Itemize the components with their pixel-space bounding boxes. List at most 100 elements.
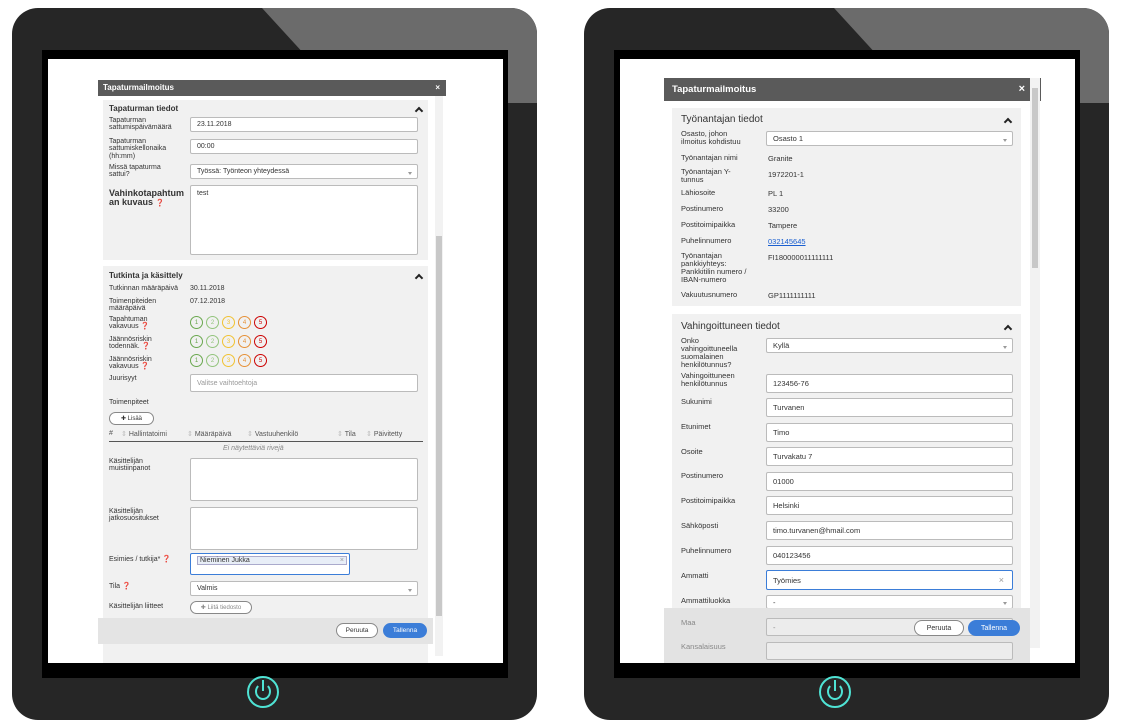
root-cause-multiselect[interactable]: Valitse vaihtoehtoja (190, 374, 418, 392)
col-due-date[interactable]: ⇕ Määräpäivä (187, 430, 231, 438)
help-icon[interactable]: ❓ (162, 556, 171, 563)
plus-icon: ✚ (200, 605, 208, 611)
save-button[interactable]: Tallenna (968, 620, 1020, 636)
rating-circle-3[interactable]: 3 (222, 335, 235, 348)
tablet-left: Tapaturmailmoitus × Tapaturman tiedot Ta… (12, 8, 537, 720)
close-icon[interactable]: × (1019, 78, 1025, 101)
tablet-screen: Tapaturmailmoitus × Työnantajan tiedot O… (620, 59, 1075, 663)
employer-name-label: Työnantajan nimi (681, 153, 738, 162)
root-cause-label: Juurisyyt (109, 375, 137, 382)
cancel-button[interactable]: Peruuta (914, 620, 964, 636)
power-button[interactable] (247, 676, 279, 708)
finnish-id-select[interactable]: Kyllä (766, 338, 1013, 353)
bank-account-value: FI180000011111111 (768, 253, 834, 262)
remove-icon[interactable]: × (340, 557, 344, 564)
col-updated[interactable]: ⇕ Päivitetty (366, 430, 402, 438)
rating-circle-3[interactable]: 3 (222, 354, 235, 367)
rating-circle-1[interactable]: 1 (190, 316, 203, 329)
clear-icon[interactable]: × (999, 575, 1004, 585)
col-number[interactable]: # (109, 430, 113, 437)
chevron-up-icon[interactable] (1003, 117, 1013, 127)
bank-account-label: Työnantajan pankkiyhteys: Pankkitilin nu… (681, 251, 747, 284)
email-input[interactable]: timo.turvanen@hmail.com (766, 521, 1013, 540)
rating-circle-5[interactable]: 5 (254, 354, 267, 367)
chevron-down-icon (1003, 138, 1007, 142)
phone-link[interactable]: 032145645 (768, 237, 806, 246)
help-icon[interactable]: ❓ (141, 363, 150, 370)
help-icon[interactable]: ❓ (122, 583, 131, 590)
help-icon[interactable]: ❓ (142, 343, 151, 350)
ssn-input[interactable]: 123456-76 (766, 374, 1013, 393)
notes-label: Käsittelijän muistiinpanot (109, 458, 151, 473)
scrollbar[interactable] (1030, 78, 1040, 648)
plus-icon: ✚ (120, 416, 128, 422)
help-icon[interactable]: ❓ (156, 200, 165, 207)
rating-circle-2[interactable]: 2 (206, 335, 219, 348)
finnish-id-label: Onko vahingoittuneella suomalainen henki… (681, 336, 738, 369)
ssn-label: Vahingoittuneen henkilötunnus (681, 371, 735, 388)
notes-textarea[interactable] (190, 458, 418, 501)
postal-code-input[interactable]: 01000 (766, 472, 1013, 491)
rating-circle-5[interactable]: 5 (254, 316, 267, 329)
rating-circle-1[interactable]: 1 (190, 335, 203, 348)
description-textarea[interactable]: test (190, 185, 418, 255)
power-button[interactable] (819, 676, 851, 708)
dialog-title: Tapaturmailmoitus (672, 84, 757, 95)
followup-textarea[interactable] (190, 507, 418, 550)
col-control[interactable]: ⇕ Hallintatoimi (121, 430, 167, 438)
attach-file-button[interactable]: ✚ Liitä tiedosto (190, 601, 252, 614)
email-label: Sähköposti (681, 521, 719, 530)
accident-info-panel: Tapaturman tiedot Tapaturman sattumispäi… (103, 100, 428, 260)
employer-panel: Työnantajan tiedot Osasto, johon ilmoitu… (672, 108, 1021, 306)
nationality-select[interactable] (766, 642, 1013, 660)
rating-circle-1[interactable]: 1 (190, 354, 203, 367)
place-select[interactable]: Työssä: Työnteon yhteydessä (190, 164, 418, 179)
save-button[interactable]: Tallenna (383, 623, 427, 638)
close-icon[interactable]: × (435, 80, 440, 96)
scrollbar[interactable] (435, 96, 443, 656)
city-input[interactable]: Helsinki (766, 496, 1013, 515)
status-select[interactable]: Valmis (190, 581, 418, 596)
chevron-up-icon[interactable] (414, 273, 424, 283)
nationality-label: Kansalaisuus (681, 642, 726, 651)
rating-circle-4[interactable]: 4 (238, 354, 251, 367)
col-responsible[interactable]: ⇕ Vastuuhenkilö (247, 430, 298, 438)
col-status[interactable]: ⇕ Tila (337, 430, 356, 438)
occupation-input[interactable]: Työmies × (766, 570, 1013, 590)
chevron-down-icon (1003, 345, 1007, 349)
first-names-label: Etunimet (681, 422, 711, 431)
date-label: Tapaturman sattumispäivämäärä (109, 117, 172, 132)
scrollbar-thumb[interactable] (1032, 88, 1038, 268)
section-title: Työnantajan tiedot (681, 114, 763, 125)
status-label: Tila ❓ (109, 583, 131, 590)
occupation-class-select[interactable]: - (766, 595, 1013, 609)
rating-circle-2[interactable]: 2 (206, 354, 219, 367)
chevron-down-icon (408, 588, 412, 592)
help-icon[interactable]: ❓ (141, 323, 150, 330)
chevron-up-icon[interactable] (414, 106, 424, 116)
rating-circle-2[interactable]: 2 (206, 316, 219, 329)
first-names-input[interactable]: Timo (766, 423, 1013, 442)
city-label: Postitoimipaikka (681, 220, 736, 229)
rating-circle-4[interactable]: 4 (238, 335, 251, 348)
scrollbar-thumb[interactable] (436, 236, 442, 616)
phone-input[interactable]: 040123456 (766, 546, 1013, 565)
measures-label: Toimenpiteet (109, 399, 149, 406)
tablet-right: Tapaturmailmoitus × Työnantajan tiedot O… (584, 8, 1109, 720)
department-select[interactable]: Osasto 1 (766, 131, 1013, 146)
chevron-up-icon[interactable] (1003, 324, 1013, 334)
address-label: Osoite (681, 447, 703, 456)
rating-circle-3[interactable]: 3 (222, 316, 235, 329)
occupation-class-label: Ammattiluokka (681, 596, 731, 605)
chevron-down-icon (1003, 602, 1007, 605)
rating-circle-5[interactable]: 5 (254, 335, 267, 348)
time-input[interactable]: 00:00 (190, 139, 418, 154)
date-input[interactable]: 23.11.2018 (190, 117, 418, 132)
add-measure-button[interactable]: ✚ Lisää (109, 412, 154, 425)
surname-input[interactable]: Turvanen (766, 398, 1013, 417)
address-input[interactable]: Turvakatu 7 (766, 447, 1013, 466)
rating-circle-4[interactable]: 4 (238, 316, 251, 329)
supervisor-select[interactable]: Nieminen Jukka × (190, 553, 350, 575)
cancel-button[interactable]: Peruuta (336, 623, 378, 638)
postal-code-value: 33200 (768, 205, 789, 214)
